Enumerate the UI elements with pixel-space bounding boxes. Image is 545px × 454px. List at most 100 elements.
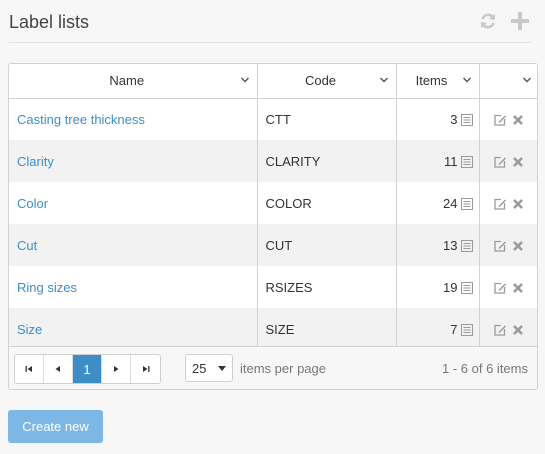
- chevron-down-icon: [240, 77, 249, 83]
- column-label: Name: [109, 73, 145, 89]
- name-cell: Clarity: [9, 140, 258, 182]
- next-page-icon: [114, 366, 119, 372]
- table-row[interactable]: Ring sizes RSIZES 19: [9, 266, 537, 308]
- create-new-button[interactable]: Create new: [8, 410, 103, 443]
- prev-page-icon: [55, 366, 60, 372]
- code-value: RSIZES: [265, 279, 313, 295]
- page-size-value: 25: [192, 360, 207, 376]
- name-cell: Size: [9, 308, 258, 350]
- name-cell: Cut: [9, 224, 258, 266]
- actions-cell: [479, 308, 537, 350]
- actions-cell: [479, 182, 537, 224]
- last-page-button[interactable]: [131, 355, 160, 383]
- column-label: Code: [304, 73, 337, 89]
- actions-cell: [479, 140, 537, 182]
- list-icon[interactable]: [460, 239, 473, 252]
- code-cell: SIZE: [257, 308, 397, 350]
- header-divider: [9, 42, 531, 43]
- list-icon[interactable]: [460, 197, 473, 210]
- items-count: 3: [450, 112, 458, 128]
- items-cell: 19: [396, 266, 480, 308]
- table-row[interactable]: Cut CUT 13: [9, 224, 537, 266]
- edit-icon[interactable]: [493, 155, 507, 169]
- prev-page-button[interactable]: [44, 355, 73, 383]
- list-icon[interactable]: [460, 113, 473, 126]
- page-title: Label lists: [9, 12, 90, 32]
- delete-icon[interactable]: [511, 155, 525, 169]
- table-row[interactable]: Clarity CLARITY 11: [9, 140, 537, 182]
- code-cell: CTT: [257, 98, 397, 140]
- items-count: 13: [443, 238, 458, 254]
- list-name-link[interactable]: Casting tree thickness: [17, 112, 145, 127]
- items-cell: 11: [396, 140, 480, 182]
- code-value: CTT: [265, 111, 291, 127]
- name-cell: Casting tree thickness: [9, 98, 258, 140]
- column-header-items[interactable]: Items: [396, 64, 480, 99]
- chevron-down-icon: [379, 77, 388, 83]
- column-label: Items: [415, 73, 448, 89]
- first-page-button[interactable]: [15, 355, 44, 383]
- code-cell: CLARITY: [257, 140, 397, 182]
- edit-icon[interactable]: [493, 239, 507, 253]
- next-page-button[interactable]: [102, 355, 131, 383]
- page-button-current[interactable]: 1: [73, 355, 102, 383]
- refresh-icon[interactable]: [477, 10, 499, 32]
- items-count: 11: [444, 154, 458, 170]
- list-name-link[interactable]: Size: [17, 322, 42, 337]
- edit-icon[interactable]: [493, 197, 507, 211]
- edit-icon[interactable]: [493, 281, 507, 295]
- list-icon[interactable]: [460, 323, 473, 336]
- column-header-code[interactable]: Code: [257, 64, 397, 99]
- code-value: CLARITY: [265, 153, 321, 169]
- header-actions: [477, 10, 531, 32]
- table-row[interactable]: Color COLOR 24: [9, 182, 537, 224]
- chevron-down-icon: [462, 77, 471, 83]
- list-name-link[interactable]: Cut: [17, 238, 37, 253]
- per-page-label: items per page: [240, 361, 326, 376]
- code-value: SIZE: [265, 321, 295, 337]
- items-cell: 24: [396, 182, 480, 224]
- delete-icon[interactable]: [511, 281, 525, 295]
- code-cell: CUT: [257, 224, 397, 266]
- column-header-name[interactable]: Name: [9, 64, 258, 99]
- add-icon[interactable]: [509, 10, 531, 32]
- pager-nav: 1: [14, 354, 161, 384]
- edit-icon[interactable]: [493, 323, 507, 337]
- items-cell: 3: [396, 98, 480, 140]
- actions-cell: [479, 266, 537, 308]
- dropdown-arrow-icon: [218, 366, 226, 371]
- items-count: 7: [450, 322, 458, 338]
- actions-cell: [479, 224, 537, 266]
- page-size-select[interactable]: 25: [185, 354, 233, 382]
- items-count: 24: [443, 196, 458, 212]
- pager: 1 25 items per page 1 - 6 of 6 items: [9, 346, 537, 389]
- list-icon[interactable]: [460, 281, 473, 294]
- delete-icon[interactable]: [511, 323, 525, 337]
- first-page-icon: [25, 366, 32, 372]
- delete-icon[interactable]: [511, 197, 525, 211]
- name-cell: Ring sizes: [9, 266, 258, 308]
- last-page-icon: [142, 366, 149, 372]
- pager-info: 1 - 6 of 6 items: [442, 361, 528, 376]
- items-cell: 13: [396, 224, 480, 266]
- items-count: 19: [443, 280, 458, 296]
- code-cell: COLOR: [257, 182, 397, 224]
- list-name-link[interactable]: Color: [17, 196, 48, 211]
- code-value: COLOR: [265, 195, 312, 211]
- list-name-link[interactable]: Clarity: [17, 154, 54, 169]
- table-row[interactable]: Casting tree thickness CTT 3: [9, 98, 537, 140]
- table-row[interactable]: Size SIZE 7: [9, 308, 537, 350]
- column-header-actions[interactable]: [479, 64, 537, 99]
- edit-icon[interactable]: [493, 113, 507, 127]
- list-icon[interactable]: [460, 155, 473, 168]
- chevron-down-icon: [523, 77, 531, 83]
- actions-cell: [479, 98, 537, 140]
- items-cell: 7: [396, 308, 480, 350]
- delete-icon[interactable]: [511, 113, 525, 127]
- label-lists-grid: Name Code Items Casting tree thickness CT…: [8, 63, 538, 390]
- code-value: CUT: [265, 237, 293, 253]
- code-cell: RSIZES: [257, 266, 397, 308]
- list-name-link[interactable]: Ring sizes: [17, 280, 77, 295]
- delete-icon[interactable]: [511, 239, 525, 253]
- name-cell: Color: [9, 182, 258, 224]
